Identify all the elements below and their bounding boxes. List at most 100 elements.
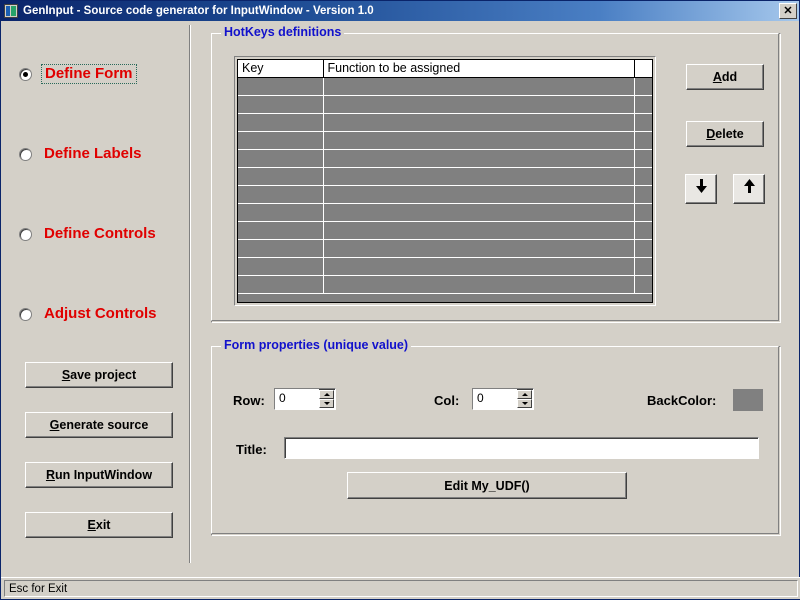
table-cell[interactable] — [238, 167, 324, 186]
table-row[interactable] — [238, 203, 652, 222]
arrow-up-icon — [743, 179, 756, 199]
close-icon[interactable]: ✕ — [779, 3, 797, 19]
table-cell[interactable] — [634, 131, 652, 150]
table-cell[interactable] — [323, 167, 635, 186]
row-value[interactable]: 0 — [275, 389, 319, 409]
title-label: Title: — [236, 442, 267, 457]
table-cell[interactable] — [634, 95, 652, 114]
table-cell[interactable] — [323, 131, 635, 150]
panel-divider — [189, 25, 191, 563]
table-cell[interactable] — [323, 239, 635, 258]
col-stepper-arrows[interactable] — [517, 390, 532, 408]
edit-udf-button[interactable]: Edit My_UDF() — [347, 472, 627, 499]
col-increment-icon[interactable] — [517, 390, 532, 399]
app-icon — [4, 4, 18, 18]
table-cell[interactable] — [238, 203, 324, 222]
move-down-button[interactable] — [685, 174, 717, 204]
row-decrement-icon[interactable] — [319, 399, 334, 408]
table-cell[interactable] — [238, 239, 324, 258]
add-button-accel: A — [712, 70, 722, 84]
radio-define-labels[interactable]: Define Labels — [19, 143, 145, 165]
button-label-rest: un InputWindow — [54, 468, 153, 482]
table-cell[interactable] — [323, 203, 635, 222]
title-bar[interactable]: GenInput - Source code generator for Inp… — [1, 1, 799, 21]
table-cell[interactable] — [238, 221, 324, 240]
run-inputwindow-button[interactable]: Run InputWindow — [25, 462, 173, 488]
col-value[interactable]: 0 — [473, 389, 517, 409]
table-cell[interactable] — [238, 185, 324, 204]
col-stepper[interactable]: 0 — [472, 388, 534, 410]
table-row[interactable] — [238, 221, 652, 240]
table-cell[interactable] — [634, 275, 652, 294]
row-stepper[interactable]: 0 — [274, 388, 336, 410]
column-header-key[interactable]: Key — [238, 60, 324, 78]
table-cell[interactable] — [323, 185, 635, 204]
hotkeys-table-body[interactable] — [238, 77, 652, 294]
title-input[interactable] — [284, 437, 759, 459]
radio-indicator-icon[interactable] — [19, 307, 32, 321]
hotkeys-table-scroll[interactable]: Key Function to be assigned — [237, 59, 653, 303]
table-cell[interactable] — [634, 149, 652, 168]
radio-indicator-icon[interactable] — [19, 227, 32, 241]
table-cell[interactable] — [323, 149, 635, 168]
radio-define-controls[interactable]: Define Controls — [19, 223, 159, 245]
radio-indicator-icon[interactable] — [19, 67, 32, 81]
radio-indicator-icon[interactable] — [19, 147, 32, 161]
table-row[interactable] — [238, 149, 652, 168]
radio-adjust-controls[interactable]: Adjust Controls — [19, 303, 160, 325]
table-cell[interactable] — [323, 113, 635, 132]
hotkeys-table[interactable]: Key Function to be assigned — [238, 60, 652, 294]
radio-define-form[interactable]: Define Form — [19, 63, 137, 85]
table-cell[interactable] — [634, 113, 652, 132]
table-cell[interactable] — [238, 275, 324, 294]
table-cell[interactable] — [238, 149, 324, 168]
row-stepper-arrows[interactable] — [319, 390, 334, 408]
table-cell[interactable] — [238, 257, 324, 276]
table-cell[interactable] — [238, 131, 324, 150]
exit-button[interactable]: Exit — [25, 512, 173, 538]
table-row[interactable] — [238, 77, 652, 96]
table-cell[interactable] — [238, 95, 324, 114]
row-increment-icon[interactable] — [319, 390, 334, 399]
table-cell[interactable] — [238, 113, 324, 132]
table-cell[interactable] — [634, 167, 652, 186]
table-row[interactable] — [238, 185, 652, 204]
table-cell[interactable] — [323, 95, 635, 114]
col-decrement-icon[interactable] — [517, 399, 532, 408]
save-project-button[interactable]: Save project — [25, 362, 173, 388]
add-button[interactable]: Add — [686, 64, 764, 90]
hotkeys-table-frame[interactable]: Key Function to be assigned — [234, 56, 656, 306]
table-cell[interactable] — [634, 77, 652, 96]
table-cell[interactable] — [323, 257, 635, 276]
table-cell[interactable] — [634, 185, 652, 204]
table-cell[interactable] — [323, 77, 635, 96]
column-header-function[interactable]: Function to be assigned — [323, 60, 635, 78]
table-row[interactable] — [238, 275, 652, 294]
table-cell[interactable] — [323, 221, 635, 240]
hotkeys-group-title: HotKeys definitions — [221, 26, 345, 39]
move-up-button[interactable] — [733, 174, 765, 204]
application-window: GenInput - Source code generator for Inp… — [0, 0, 800, 600]
delete-button[interactable]: Delete — [686, 121, 764, 147]
row-label: Row: — [233, 393, 265, 408]
generate-source-button[interactable]: Generate source — [25, 412, 173, 438]
table-cell[interactable] — [634, 203, 652, 222]
table-cell[interactable] — [323, 275, 635, 294]
table-row[interactable] — [238, 257, 652, 276]
table-cell[interactable] — [634, 239, 652, 258]
table-row[interactable] — [238, 239, 652, 258]
table-cell[interactable] — [238, 77, 324, 96]
delete-button-rest: elete — [715, 127, 744, 141]
table-row[interactable] — [238, 113, 652, 132]
table-row[interactable] — [238, 95, 652, 114]
column-header-spacer[interactable] — [634, 60, 652, 78]
arrow-down-icon — [695, 179, 708, 199]
table-row[interactable] — [238, 131, 652, 150]
form-properties-group-title: Form properties (unique value) — [221, 339, 412, 352]
button-accel: S — [61, 368, 71, 382]
status-bar: Esc for Exit — [1, 577, 800, 599]
table-row[interactable] — [238, 167, 652, 186]
table-cell[interactable] — [634, 257, 652, 276]
backcolor-swatch[interactable] — [733, 389, 763, 411]
table-cell[interactable] — [634, 221, 652, 240]
